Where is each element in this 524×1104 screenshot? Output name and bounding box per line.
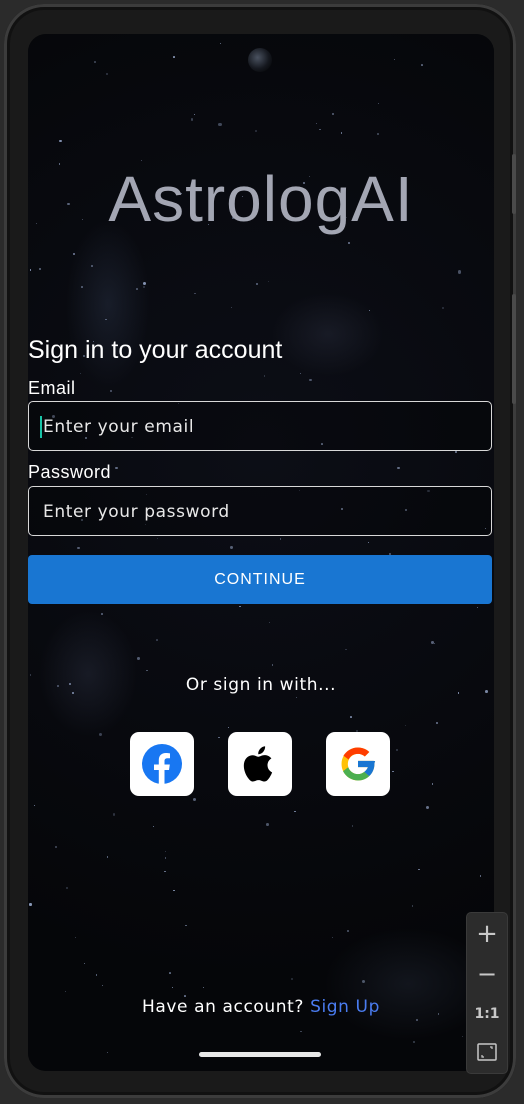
password-label: Password [28,462,112,482]
fit-screen-icon [477,1043,497,1061]
signup-link[interactable]: Sign Up [310,997,380,1017]
signup-row: Have an account? Sign Up [28,997,494,1017]
zoom-out-button[interactable]: − [467,955,507,993]
text-caret [40,416,42,438]
google-signin-button[interactable] [326,732,390,796]
app-title: AstrologAI [108,163,414,235]
front-camera [248,48,272,72]
facebook-signin-button[interactable] [130,732,194,796]
password-field-box [28,486,492,537]
signup-question: Have an account? [141,997,305,1017]
social-signin-prompt: Or sign in with... [185,675,337,695]
fit-screen-button[interactable] [467,1033,507,1071]
facebook-icon [142,744,182,784]
emulator-zoom-panel: + − 1:1 [467,913,507,1073]
email-field-box [28,401,492,452]
apple-icon [243,746,273,782]
apple-signin-button[interactable] [228,732,292,796]
actual-size-button[interactable]: 1:1 [467,995,507,1033]
signin-heading: Sign in to your account [28,336,283,364]
google-icon [341,747,376,781]
continue-button[interactable]: CONTINUE [28,555,492,604]
password-input[interactable] [41,487,485,537]
home-indicator[interactable] [199,1052,321,1057]
email-input[interactable] [41,402,485,452]
app-screen: AstrologAI Sign in to your account Email… [28,34,494,1071]
zoom-in-button[interactable]: + [467,915,507,953]
volume-button [512,154,516,214]
email-label: Email [28,378,76,398]
power-button [512,294,516,404]
